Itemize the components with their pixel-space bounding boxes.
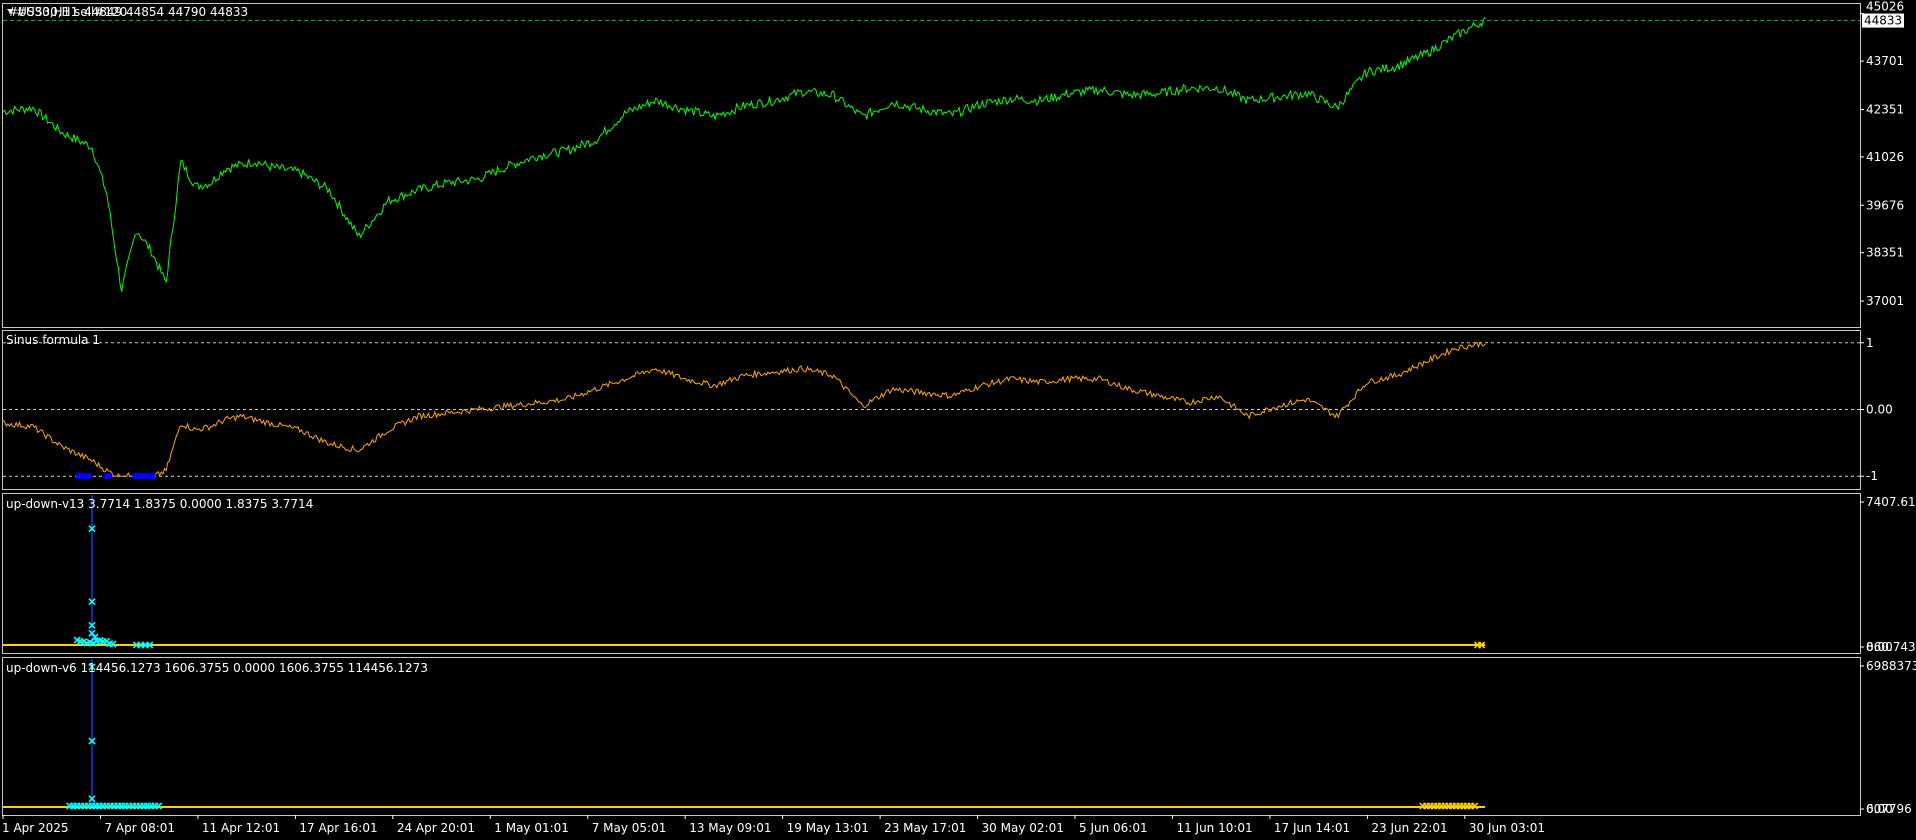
price-tick-label: 45026: [1866, 0, 1904, 14]
time-tick-label: 11 Apr 12:01: [202, 821, 280, 835]
current-price-label: 44833: [1864, 14, 1902, 28]
time-tick-label: 7 May 05:01: [592, 821, 667, 835]
price-tick-label: 38351: [1866, 246, 1904, 260]
price-tick-label: 42351: [1866, 102, 1904, 116]
time-tick-label: 11 Jun 10:01: [1176, 821, 1252, 835]
sinus-marker: [132, 473, 141, 480]
ohlc-values: 44849 44854 44790 44833: [84, 5, 248, 19]
sinus-title: Sinus formula 1: [6, 333, 100, 347]
time-tick-label: 19 May 13:01: [787, 821, 869, 835]
time-tick-label: 30 May 02:01: [982, 821, 1064, 835]
time-tick-label: 23 Jun 22:01: [1371, 821, 1447, 835]
sinus-marker: [76, 473, 85, 480]
time-tick-label: 5 Jun 06:01: [1079, 821, 1148, 835]
time-tick-label: 17 Jun 14:01: [1274, 821, 1350, 835]
up-down-v6-zero-label: 0.00: [1866, 802, 1893, 816]
up-down-v6-tick-label: 69883733: [1866, 659, 1916, 673]
sinus-marker: [147, 473, 156, 480]
chart-canvas[interactable]: 44833 43701 42351 41026 39676 38351 37001 4502…: [0, 0, 1916, 840]
time-tick-label: 30 Jun 03:01: [1469, 821, 1545, 835]
price-tick-label: 41026: [1866, 150, 1904, 164]
up-down-v13-zero-label: 0.00: [1866, 640, 1893, 654]
up-down-v13-title: up-down-v13 3.7714 1.8375 0.0000 1.8375 …: [6, 497, 313, 511]
time-tick-label: 24 Apr 20:01: [397, 821, 475, 835]
sinus-marker: [104, 473, 113, 480]
price-tick-label: 39676: [1866, 198, 1904, 212]
time-tick-label: 1 Apr 2025: [2, 821, 69, 835]
time-tick-label: 13 May 09:01: [689, 821, 771, 835]
price-tick-label: 37001: [1866, 294, 1904, 308]
up-down-v6-title: up-down-v6 114456.1273 1606.3755 0.0000 …: [6, 661, 428, 675]
symbol-label: #US30,H1: [16, 5, 78, 19]
chart-background: [0, 0, 1916, 840]
time-tick-label: 23 May 17:01: [884, 821, 966, 835]
sinus-tick-label: -1: [1866, 469, 1878, 483]
sinus-marker: [139, 473, 148, 480]
time-tick-label: 1 May 01:01: [494, 821, 569, 835]
chart-header: #US30,H1 44849 44854 44790 44833: [7, 5, 248, 19]
sinus-marker: [83, 473, 92, 480]
sinus-tick-label: 1: [1866, 336, 1874, 350]
price-tick-label: 43701: [1866, 54, 1904, 68]
up-down-v13-tick-label: 7407.615: [1866, 495, 1916, 509]
time-tick-label: 17 Apr 16:01: [299, 821, 377, 835]
time-tick-label: 7 Apr 08:01: [104, 821, 175, 835]
sinus-tick-label: 0.00: [1866, 403, 1893, 417]
